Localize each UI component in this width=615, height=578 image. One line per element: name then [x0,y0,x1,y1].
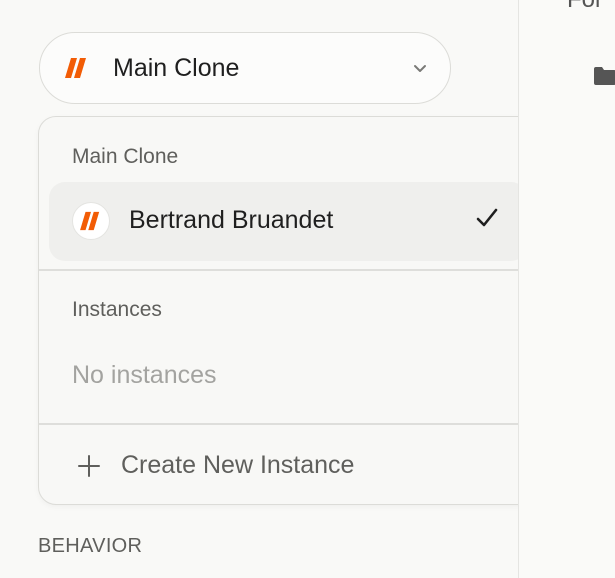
behavior-section-label: BEHAVIOR [38,535,143,557]
main-panel-title: Fol [567,0,600,14]
clone-selector[interactable]: Main Clone [39,32,451,104]
brand-logo-icon [64,57,90,84]
chevron-down-icon [412,61,428,79]
clone-dropdown-menu: Main Clone Bertrand Bruandet Instances N… [38,116,537,505]
checkmark-icon [475,206,499,235]
main-clone-item-name: Bertrand Bruandet [129,206,334,234]
brand-logo-icon [80,211,100,231]
instances-section-title: Instances [72,298,162,321]
folder-icon [593,66,615,91]
avatar [72,202,110,240]
create-new-instance-button[interactable]: Create New Instance [73,448,513,484]
clone-selector-label: Main Clone [113,54,240,82]
main-panel: Fol [519,0,615,578]
main-clone-section-title: Main Clone [72,145,179,168]
main-clone-item[interactable]: Bertrand Bruandet [49,182,527,261]
plus-icon [77,454,101,483]
create-new-instance-label: Create New Instance [121,451,355,479]
sidebar: Main Clone Main Clone Bertrand Bruandet [0,0,537,578]
menu-divider [39,269,535,271]
menu-divider [39,423,535,425]
instances-empty-text: No instances [72,361,217,389]
